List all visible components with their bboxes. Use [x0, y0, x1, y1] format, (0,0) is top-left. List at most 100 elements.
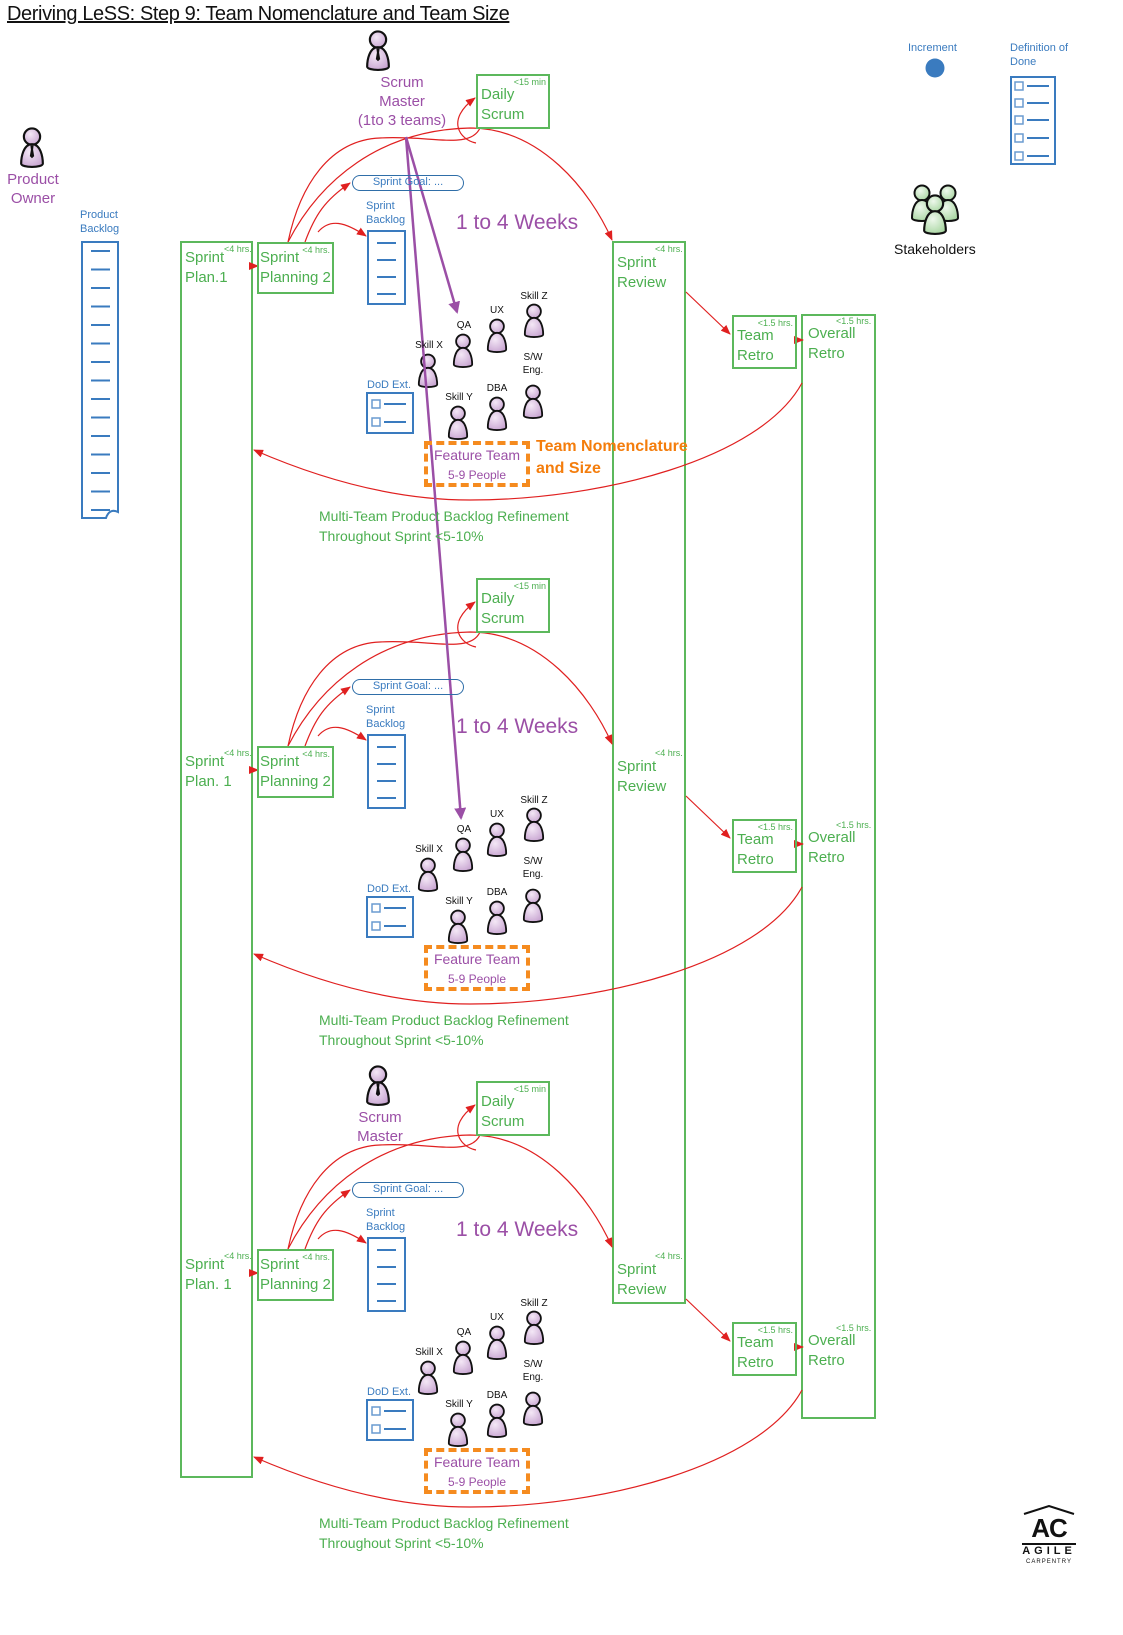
- product-backlog-label: Product Backlog: [80, 209, 120, 235]
- team-retro-box[interactable]: <1.5 hrs. Team Retro: [732, 819, 797, 873]
- team-member-label: Skill Y: [445, 1399, 473, 1410]
- dod-extension-icon: [366, 896, 414, 938]
- sprint-planning-2-box[interactable]: <4 hrs. Sprint Planning 2: [257, 746, 334, 798]
- overall-retro-label: Overall Retro: [808, 829, 856, 866]
- team-member-label: Skill X: [415, 1347, 443, 1358]
- product-backlog-icon: [81, 241, 119, 519]
- team-member-icon: [417, 1360, 439, 1396]
- daily-scrum-box[interactable]: <15 min Daily Scrum: [476, 1081, 550, 1136]
- team-retro-box[interactable]: <1.5 hrs. Team Retro: [732, 1322, 797, 1376]
- team-member-label: Skill Z: [520, 795, 548, 806]
- sprint-length: 1 to 4 Weeks: [456, 211, 579, 234]
- team-member-label: S/W Eng.: [522, 352, 544, 376]
- team-member-icon: [486, 1403, 508, 1439]
- team-member-icon: [486, 822, 508, 858]
- sprint-backlog-label: Sprint Backlog: [366, 200, 406, 226]
- sprint-goal-arrow: [304, 686, 351, 747]
- product-owner-label: Product Owner: [7, 171, 59, 207]
- definition-of-done-label: Definition of Done: [1010, 42, 1069, 68]
- team-member-label: UX: [490, 1312, 504, 1323]
- team-member-label: DBA: [486, 887, 508, 898]
- sprint-backlog-icon: [367, 734, 406, 809]
- sprint-review-duration: <4 hrs.: [655, 244, 683, 254]
- team-member-icon: [447, 909, 469, 945]
- sprint-backlog-icon: [367, 1237, 406, 1312]
- dod-extension-label: DoD Ext.: [367, 883, 412, 895]
- team-member-icon: [522, 384, 544, 420]
- sprint-backlog-arrow: [317, 1229, 367, 1244]
- definition-of-done-icon: [1010, 76, 1056, 165]
- sprint-review-label: Sprint Review: [617, 254, 667, 291]
- team-member-icon: [486, 396, 508, 432]
- sprint-backlog-label: Sprint Backlog: [366, 1207, 406, 1233]
- sprint-backlog-icon: [367, 230, 406, 305]
- team-member-icon: [486, 318, 508, 354]
- sprint-planning-2-box[interactable]: <4 hrs. Sprint Planning 2: [257, 1249, 334, 1301]
- team-member-label: QA: [456, 824, 472, 835]
- team-retro-box[interactable]: <1.5 hrs. Team Retro: [732, 315, 797, 369]
- team-member-icon: [486, 900, 508, 936]
- team-member-icon: [452, 333, 474, 369]
- sprint-planning-2-box[interactable]: <4 hrs. Sprint Planning 2: [257, 242, 334, 294]
- backlog-refinement-note: Multi-Team Product Backlog Refinement Th…: [319, 508, 569, 544]
- product-owner-icon: [20, 127, 44, 169]
- backlog-refinement-note: Multi-Team Product Backlog Refinement Th…: [319, 1515, 569, 1551]
- sprint-planning-1-duration: <4 hrs.: [224, 748, 252, 758]
- team-member-icon: [523, 303, 545, 339]
- dod-extension-icon: [366, 392, 414, 434]
- scrum-master-icon: [366, 1065, 390, 1107]
- sprint-goal-arrow: [304, 1189, 351, 1250]
- increment-label: Increment: [908, 42, 957, 54]
- team-member-icon: [417, 353, 439, 389]
- team-member-label: Skill Z: [520, 1298, 548, 1309]
- team-member-label: Skill Y: [445, 392, 473, 403]
- scrum-master-icon: [366, 30, 390, 72]
- sprint-length: 1 to 4 Weeks: [456, 1218, 579, 1241]
- sprint-goal: Sprint Goal: ...: [352, 1182, 464, 1198]
- team-member-label: DBA: [486, 383, 508, 394]
- agile-carpentry-logo: AC AGILE CARPENTRY: [1022, 1505, 1076, 1566]
- team-member-icon: [452, 1340, 474, 1376]
- sprint-backlog-arrow: [317, 222, 367, 237]
- team-member-label: Skill Y: [445, 896, 473, 907]
- sprint-planning-1-label: Sprint Plan. 1: [185, 1256, 232, 1293]
- team-member-label: S/W Eng.: [522, 856, 544, 880]
- scrum-master-arrow: [404, 136, 460, 314]
- to-team-retro-arrow: [685, 291, 731, 335]
- sprint-review-label: Sprint Review: [617, 758, 667, 795]
- team-member-label: UX: [490, 809, 504, 820]
- sprint-planning-1-label: Sprint Plan.1: [185, 249, 228, 286]
- team-member-label: DBA: [486, 1390, 508, 1401]
- team-member-icon: [452, 837, 474, 873]
- team-member-icon: [523, 1310, 545, 1346]
- increment-icon: [925, 58, 945, 78]
- team-member-label: Skill Z: [520, 291, 548, 302]
- sprint-goal-arrow: [304, 182, 351, 243]
- sprint-backlog-arrow: [317, 726, 367, 741]
- team-member-label: QA: [456, 320, 472, 331]
- page-title: Deriving LeSS: Step 9: Team Nomenclature…: [7, 3, 510, 25]
- backlog-refinement-note: Multi-Team Product Backlog Refinement Th…: [319, 1012, 569, 1048]
- overall-retro-duration: <1.5 hrs.: [836, 820, 872, 830]
- team-member-icon: [522, 888, 544, 924]
- team-member-icon: [447, 1412, 469, 1448]
- scrum-master-label: Scrum Master (1to 3 teams): [357, 74, 447, 129]
- daily-scrum-box[interactable]: <15 min Daily Scrum: [476, 74, 550, 129]
- daily-scrum-box[interactable]: <15 min Daily Scrum: [476, 578, 550, 633]
- feature-team-box: Feature Team 5-9 People: [424, 1448, 530, 1494]
- sprint-backlog-label: Sprint Backlog: [366, 704, 406, 730]
- team-member-icon: [486, 1325, 508, 1361]
- daily-scrum-loop-arrow: [457, 97, 477, 144]
- team-member-label: S/W Eng.: [522, 1359, 544, 1383]
- overall-retro-duration: <1.5 hrs.: [836, 1323, 872, 1333]
- stakeholders-icon: [910, 184, 960, 236]
- team-member-icon: [447, 405, 469, 441]
- dod-extension-label: DoD Ext.: [367, 1386, 412, 1398]
- team-member-icon: [417, 857, 439, 893]
- team-member-label: Skill X: [415, 340, 443, 351]
- sprint-goal: Sprint Goal: ...: [352, 175, 464, 191]
- to-team-retro-arrow: [685, 795, 731, 839]
- overall-retro-label: Overall Retro: [808, 1332, 856, 1369]
- sprint-review-duration: <4 hrs.: [655, 1251, 683, 1261]
- scrum-master-label: Scrum Master: [357, 1109, 403, 1145]
